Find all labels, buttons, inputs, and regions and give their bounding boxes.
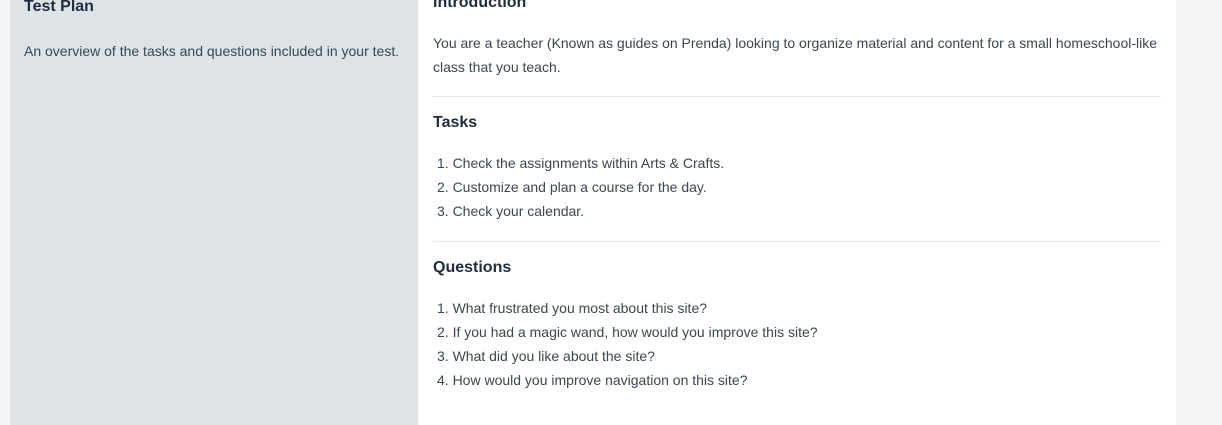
tasks-list: 1. Check the assignments within Arts & C… (437, 151, 724, 223)
sidebar-title: Test Plan (24, 0, 94, 15)
task-item: 3. Check your calendar. (437, 203, 585, 219)
question-item: 1. What frustrated you most about this s… (437, 300, 708, 316)
tasks-title: Tasks (433, 114, 478, 131)
sidebar-description: An overview of the tasks and questions i… (24, 43, 400, 59)
task-item: 1. Check the assignments within Arts & C… (437, 155, 725, 171)
introduction-title: Introduction (433, 0, 527, 11)
test-plan-sidebar: Test Plan An overview of the tasks and q… (10, 0, 418, 425)
questions-title: Questions (433, 259, 512, 276)
test-plan-page: Test Plan An overview of the tasks and q… (0, 0, 1222, 425)
questions-list: 1. What frustrated you most about this s… (437, 296, 818, 392)
introduction-text: You are a teacher (Known as guides on Pr… (433, 35, 1158, 75)
question-item: 2. If you had a magic wand, how would yo… (437, 324, 818, 340)
right-gutter (1176, 0, 1222, 425)
question-item: 3. What did you like about the site? (437, 348, 655, 364)
section-divider (433, 241, 1161, 242)
task-item: 2. Customize and plan a course for the d… (437, 179, 707, 195)
test-plan-content: Introduction You are a teacher (Known as… (418, 0, 1176, 425)
section-divider (433, 96, 1161, 97)
question-item: 4. How would you improve navigation on t… (437, 372, 748, 388)
